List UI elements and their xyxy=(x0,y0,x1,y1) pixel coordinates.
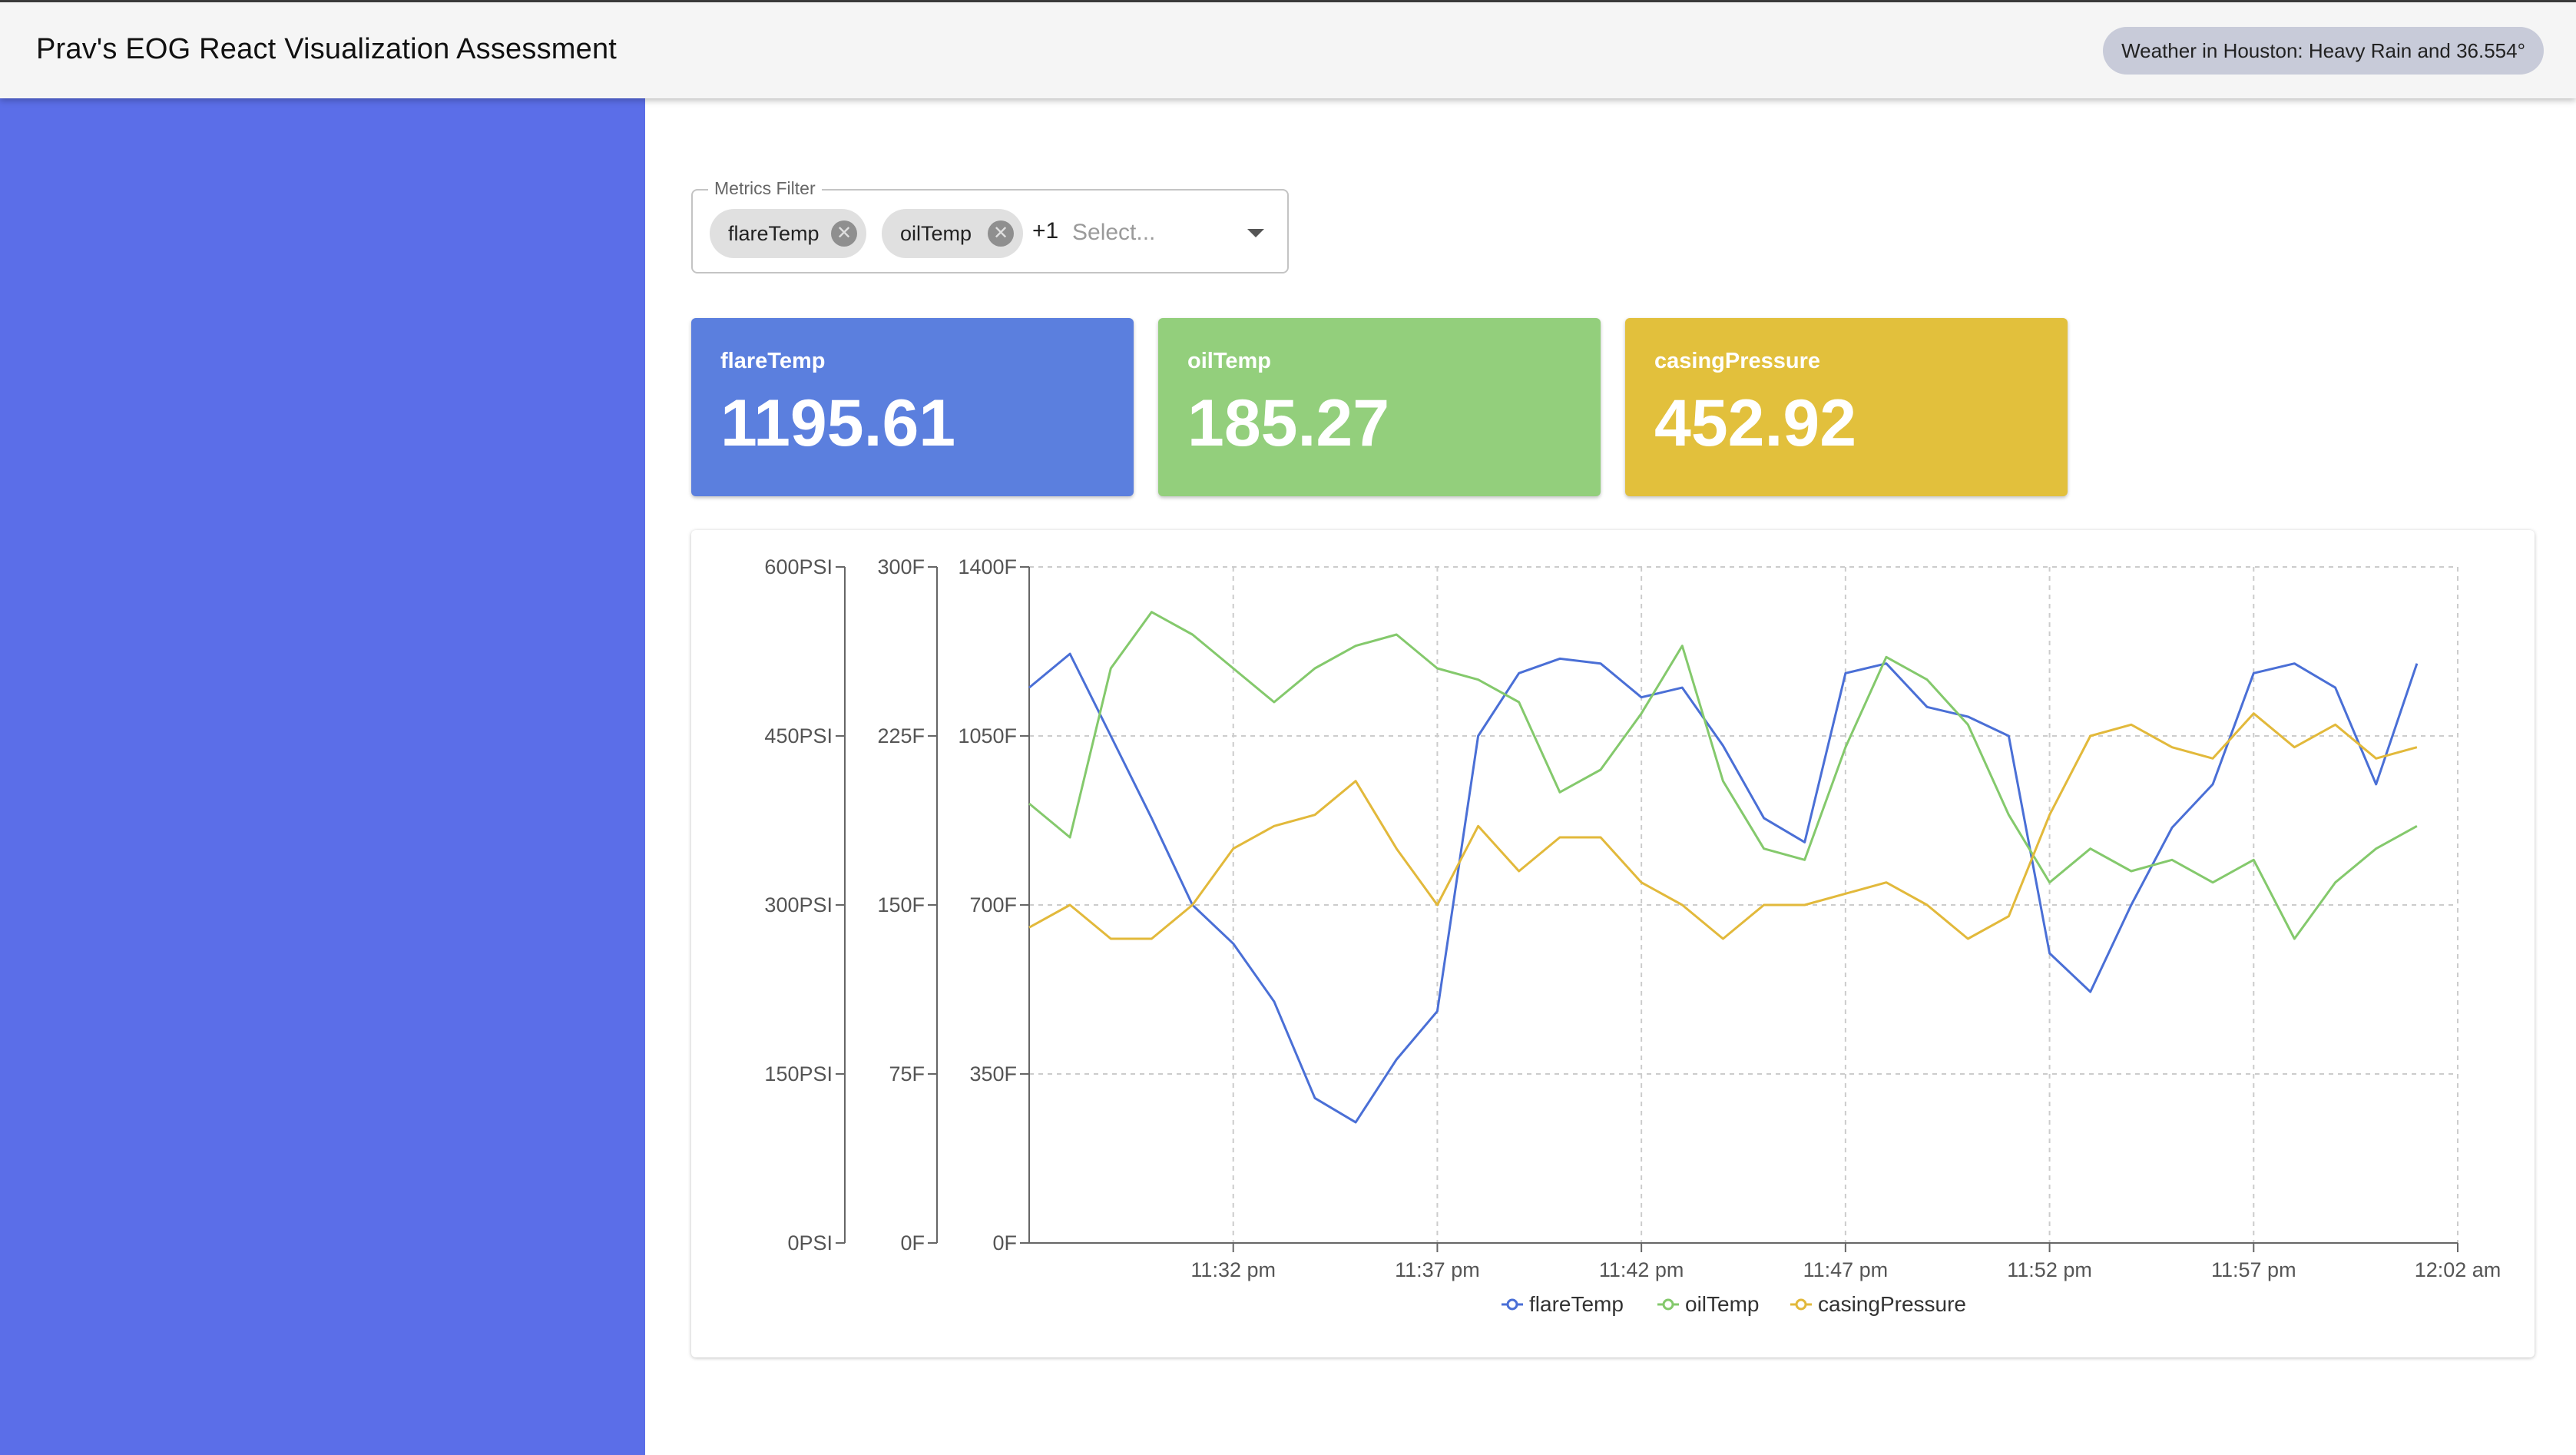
metric-card-oiltemp: oilTemp 185.27 xyxy=(1158,318,1601,496)
series-line-flareTemp xyxy=(1028,652,2419,1124)
metrics-filter-label: Metrics Filter xyxy=(708,178,822,199)
x-tick-label: 11:47 pm xyxy=(1803,1258,1889,1281)
weather-chip[interactable]: Weather in Houston: Heavy Rain and 36.55… xyxy=(2103,27,2544,75)
legend-marker xyxy=(1662,1298,1674,1311)
y-tick-label: 350F xyxy=(969,1062,1017,1085)
y-tick-label: 300F xyxy=(877,555,925,578)
chip-oiltemp[interactable]: oilTemp ✕ xyxy=(882,209,1023,258)
y-tick-label: 150F xyxy=(877,893,925,916)
y-tick-label: 450PSI xyxy=(764,724,833,747)
y-tick-label: 0PSI xyxy=(787,1231,833,1254)
y-tick-label: 0F xyxy=(992,1231,1017,1254)
y-tick-label: 700F xyxy=(969,893,1017,916)
y-tick-label: 0F xyxy=(900,1231,925,1254)
metric-card-label: flareTemp xyxy=(720,349,826,373)
x-tick-label: 11:42 pm xyxy=(1599,1258,1684,1281)
legend-marker xyxy=(1506,1298,1518,1311)
y-tick-label: 1050F xyxy=(958,724,1017,747)
y-tick-label: 75F xyxy=(889,1062,925,1085)
metric-card-value: 452.92 xyxy=(1654,386,1857,460)
close-circle-icon[interactable]: ✕ xyxy=(988,220,1014,247)
x-tick-label: 11:32 pm xyxy=(1190,1258,1276,1281)
chip-flaretemp[interactable]: flareTemp ✕ xyxy=(710,209,866,258)
caret-down-icon[interactable] xyxy=(1247,229,1264,237)
legend-label: oilTemp xyxy=(1685,1292,1759,1316)
legend-marker xyxy=(1795,1298,1807,1311)
chart-card: 11:32 pm 11:37 pm 11:42 pm 11:47 pm 11:52 pm… xyxy=(691,530,2535,1357)
metric-card-value: 1195.61 xyxy=(720,386,956,460)
legend-label: casingPressure xyxy=(1818,1292,1966,1316)
legend-label: flareTemp xyxy=(1529,1292,1624,1316)
metric-card-label: oilTemp xyxy=(1187,349,1272,373)
y-tick-label: 300PSI xyxy=(764,893,833,916)
app-bar: Prav's EOG React Visualization Assessmen… xyxy=(0,0,2576,98)
more-count: +1 xyxy=(1032,218,1059,244)
metrics-filter[interactable]: Metrics Filter flareTemp ✕ oilTemp ✕ +1 … xyxy=(691,178,1289,273)
x-tick-label: 12:02 am xyxy=(2415,1258,2502,1281)
chip-label: flareTemp xyxy=(728,222,819,245)
metric-card-flaretemp: flareTemp 1195.61 xyxy=(691,318,1134,496)
series-line-oilTemp xyxy=(1028,611,2418,940)
metric-card-label: casingPressure xyxy=(1654,349,1821,373)
x-tick-label: 11:37 pm xyxy=(1395,1258,1480,1281)
x-tick-label: 11:57 pm xyxy=(2211,1258,2296,1281)
metrics-line-chart[interactable]: 11:32 pm 11:37 pm 11:42 pm 11:47 pm 11:52 pm… xyxy=(691,530,2535,1357)
close-circle-icon[interactable]: ✕ xyxy=(831,220,857,247)
metric-card-casingpressure: casingPressure 452.92 xyxy=(1625,318,2068,496)
y-tick-label: 600PSI xyxy=(764,555,833,578)
y-tick-label: 225F xyxy=(877,724,925,747)
x-tick-label: 11:52 pm xyxy=(2007,1258,2092,1281)
app-title: Prav's EOG React Visualization Assessmen… xyxy=(36,33,618,65)
chip-label: oilTemp xyxy=(900,222,972,245)
select-input[interactable]: Select... xyxy=(1072,220,1155,246)
metric-card-value: 185.27 xyxy=(1187,386,1390,460)
y-tick-label: 150PSI xyxy=(764,1062,833,1085)
y-tick-label: 1400F xyxy=(958,555,1017,578)
sidebar xyxy=(0,98,645,1455)
